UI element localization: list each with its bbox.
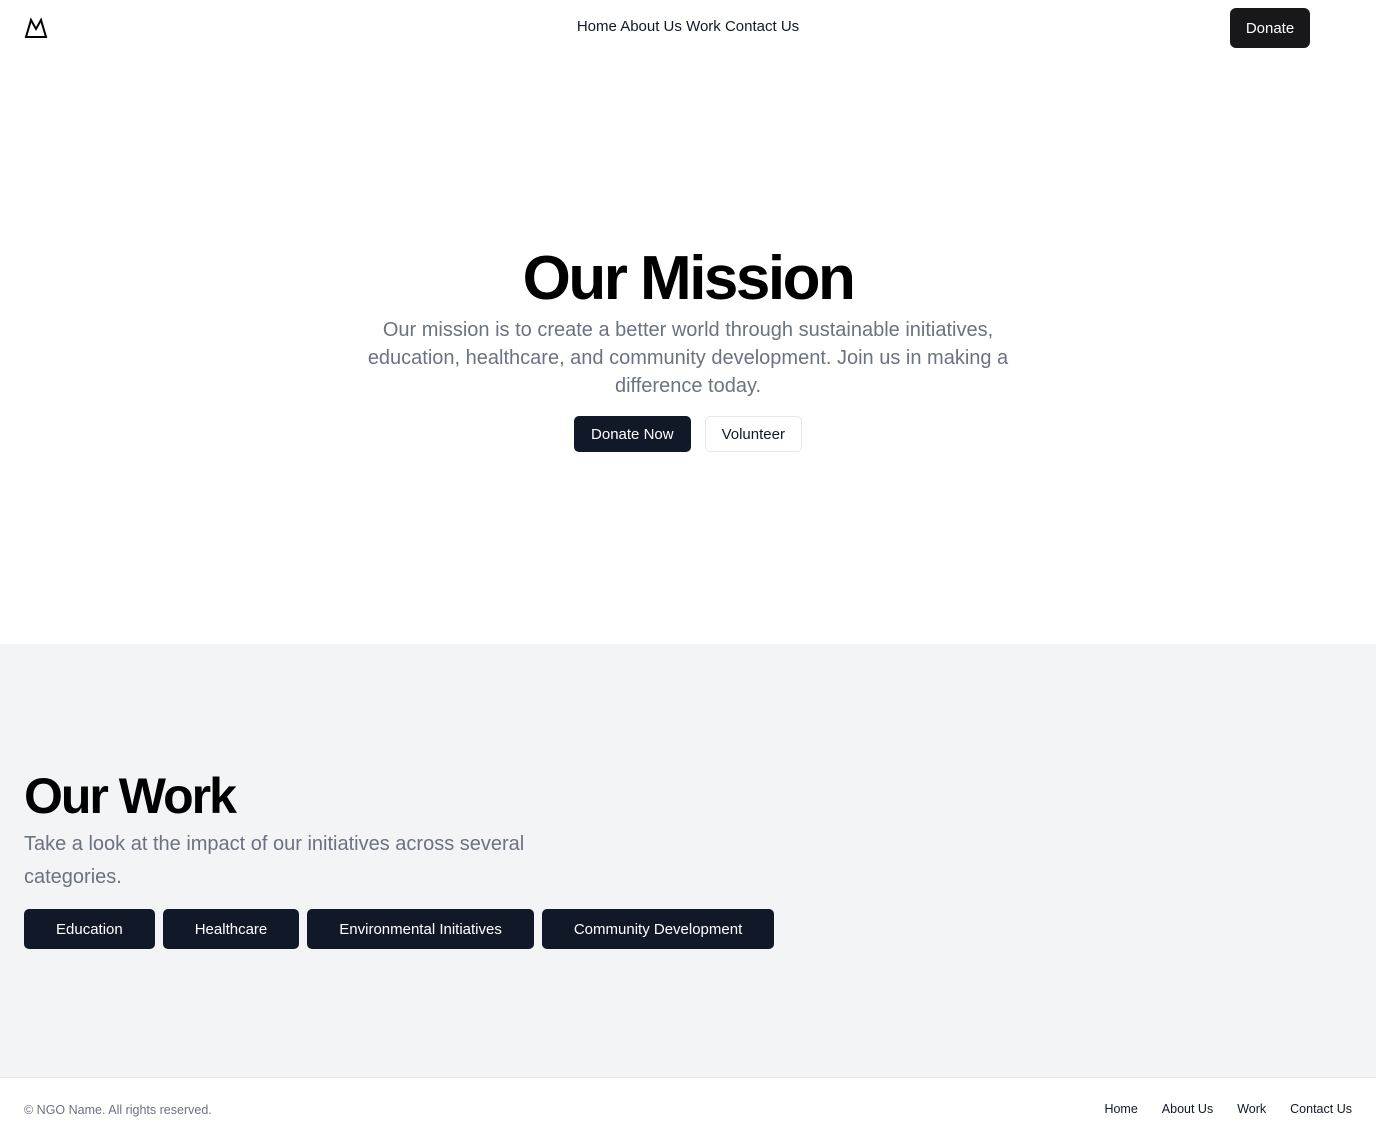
mission-section: Our Mission Our mission is to create a b…	[0, 56, 1376, 644]
donate-button[interactable]: Donate	[1230, 8, 1310, 48]
footer-link-work[interactable]: Work	[1237, 1102, 1266, 1116]
category-buttons: Education Healthcare Environmental Initi…	[24, 909, 775, 949]
nav-about-us[interactable]: About Us	[620, 18, 682, 35]
nav-work[interactable]: Work	[686, 18, 721, 35]
footer-link-home[interactable]: Home	[1104, 1102, 1137, 1116]
mission-title: Our Mission	[522, 244, 856, 313]
main-nav: Home About Us Work Contact Us	[0, 18, 1376, 35]
nav-contact-us[interactable]: Contact Us	[725, 18, 799, 35]
site-footer: © NGO Name. All rights reserved. Home Ab…	[0, 1077, 1376, 1142]
category-education-button[interactable]: Education	[24, 909, 155, 949]
footer-link-contact-us[interactable]: Contact Us	[1290, 1102, 1352, 1116]
work-section: Our Work Take a look at the impact of ou…	[0, 644, 1376, 1077]
mission-text: Our mission is to create a better world …	[367, 319, 1009, 397]
category-healthcare-button[interactable]: Healthcare	[162, 909, 300, 949]
category-environmental-button[interactable]: Environmental Initiatives	[307, 909, 534, 949]
footer-nav: Home About Us Work Contact Us	[1104, 1102, 1352, 1116]
category-community-button[interactable]: Community Development	[541, 909, 775, 949]
mission-actions: Donate Now Volunteer	[0, 416, 1376, 452]
site-header: Home About Us Work Contact Us Donate	[0, 0, 1376, 56]
work-title: Our Work	[24, 768, 237, 824]
footer-link-about-us[interactable]: About Us	[1162, 1102, 1213, 1116]
work-text: Take a look at the impact of our initiat…	[24, 833, 525, 888]
nav-home[interactable]: Home	[577, 18, 617, 35]
donate-now-button[interactable]: Donate Now	[574, 416, 691, 452]
volunteer-button[interactable]: Volunteer	[704, 416, 802, 452]
copyright-text: © NGO Name. All rights reserved.	[24, 1103, 212, 1117]
